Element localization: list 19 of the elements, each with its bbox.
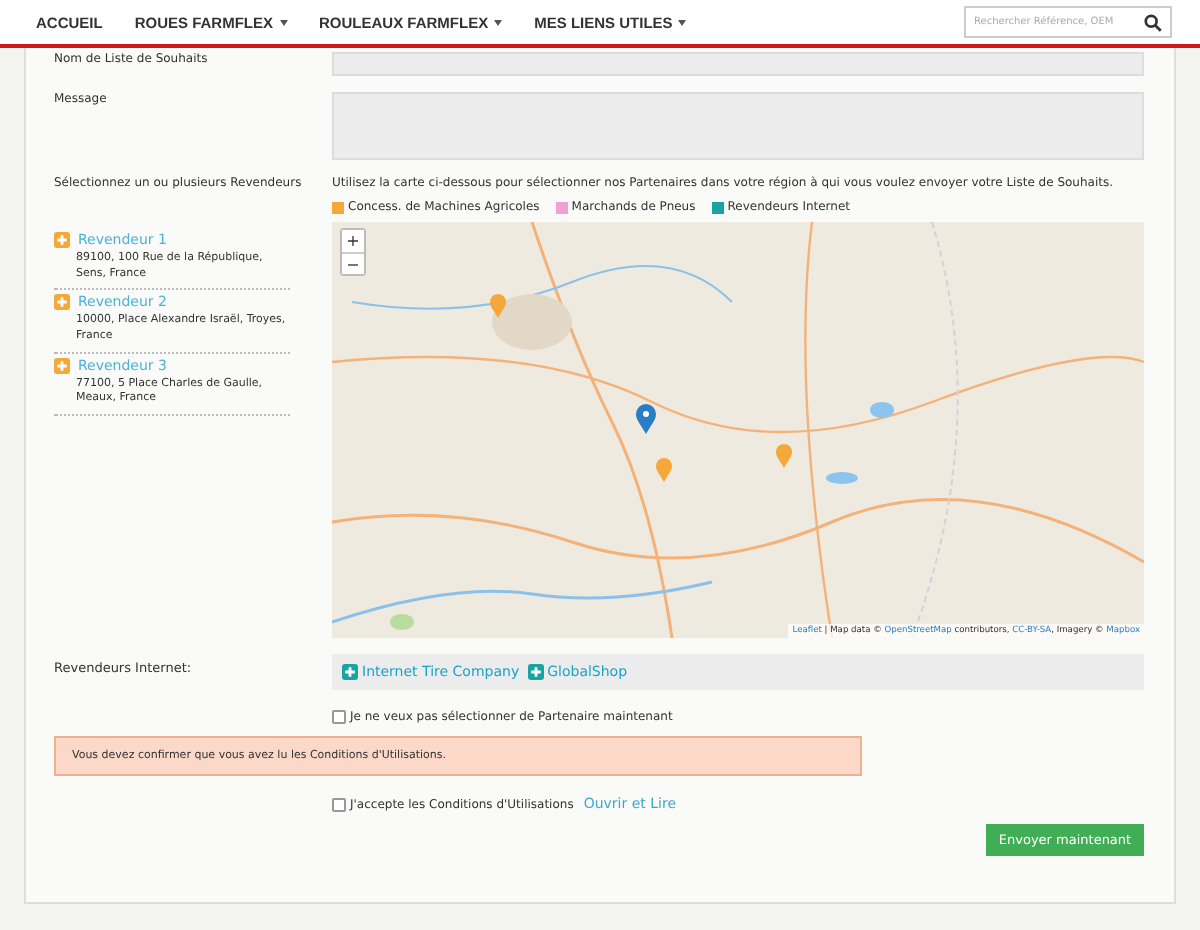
- plus-icon[interactable]: [54, 232, 70, 248]
- search-icon[interactable]: [1144, 14, 1162, 32]
- input-field[interactable]: [332, 52, 1144, 76]
- marker-icon[interactable]: [656, 458, 672, 482]
- marker-icon[interactable]: [636, 404, 656, 434]
- plus-icon[interactable]: [54, 294, 70, 311]
- zoom-out-button[interactable]: −: [342, 252, 364, 274]
- marker-icon[interactable]: [776, 444, 792, 468]
- message-field[interactable]: [332, 92, 1144, 160]
- caret-icon: [279, 19, 288, 25]
- checkbox[interactable]: [332, 797, 346, 811]
- checkbox[interactable]: [332, 710, 346, 724]
- plus-icon[interactable]: [527, 664, 544, 680]
- caret-icon: [678, 19, 687, 25]
- marker-icon[interactable]: [490, 294, 506, 318]
- plus-icon[interactable]: [54, 357, 70, 374]
- caret-icon: [494, 19, 503, 25]
- plus-icon[interactable]: [342, 664, 358, 680]
- zoom-in-button[interactable]: +: [342, 230, 364, 252]
